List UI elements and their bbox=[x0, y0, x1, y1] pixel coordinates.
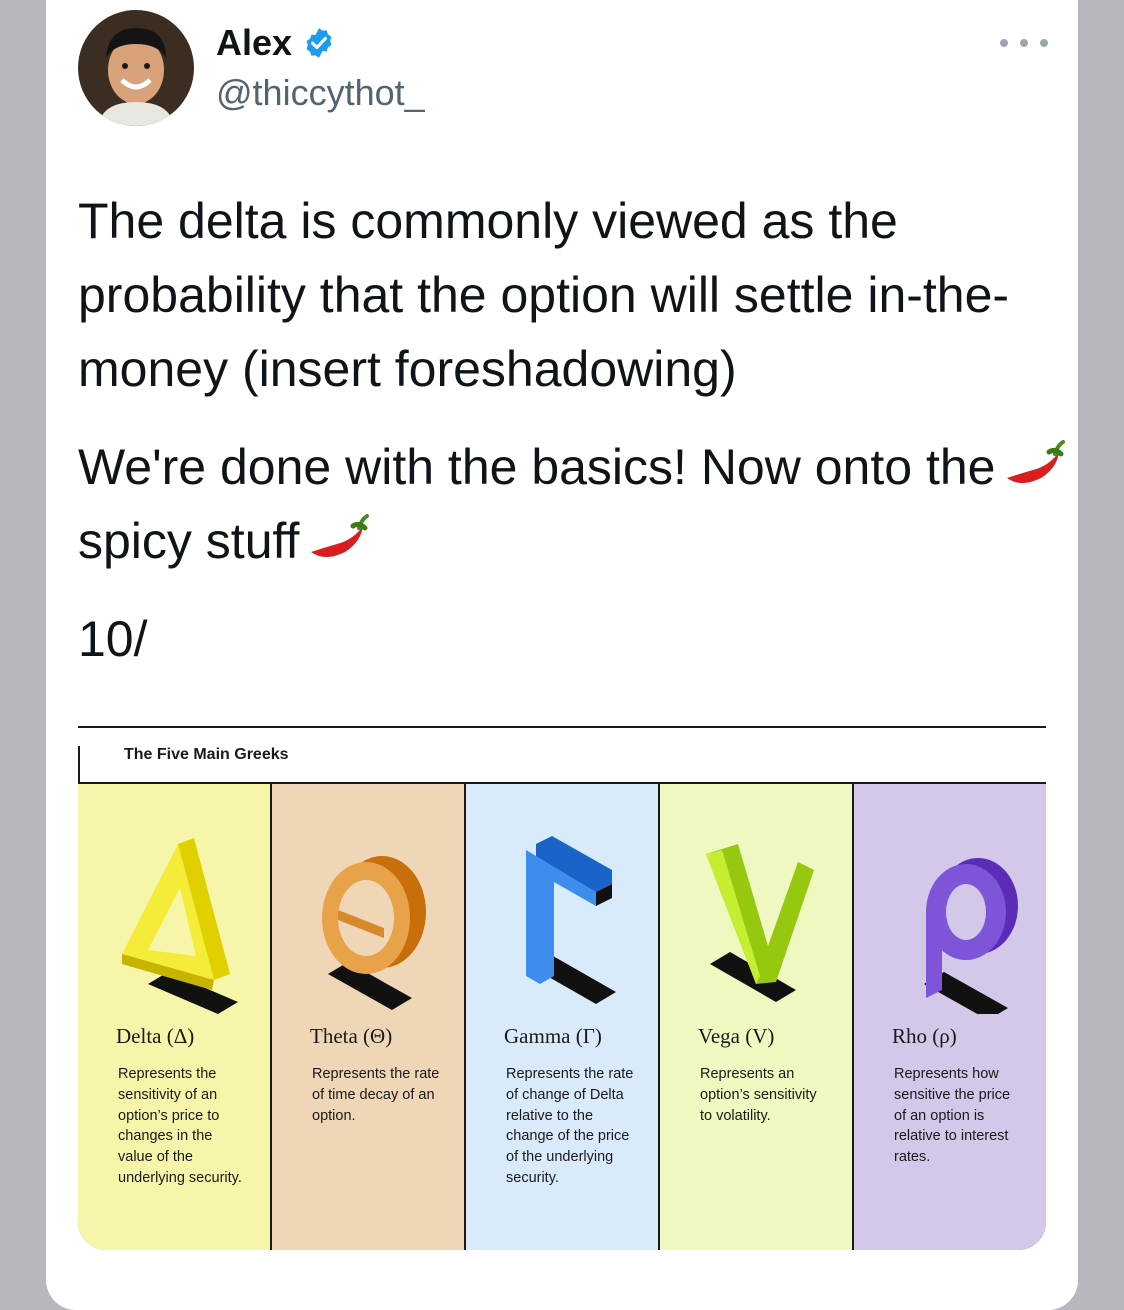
greek-description: Represents the sensitivity of an option’… bbox=[118, 1066, 242, 1186]
author-handle[interactable]: @thiccythot_ bbox=[216, 72, 425, 114]
greek-name: Gamma (Γ) bbox=[504, 1024, 602, 1048]
media-title: The Five Main Greeks bbox=[124, 746, 289, 763]
vega-3d-icon bbox=[706, 844, 814, 1002]
greek-column-vega: Vega (V) Represents an option’s sensitiv… bbox=[660, 784, 854, 1250]
greek-description: Represents an option’s sensitivity to vo… bbox=[700, 1066, 817, 1124]
verified-badge-icon bbox=[306, 28, 332, 58]
greek-name: Vega (V) bbox=[698, 1024, 775, 1048]
greek-column-gamma: Gamma (Γ) Represents the rate of change … bbox=[466, 784, 660, 1250]
greek-column-rho: Rho (ρ) Represents how sensitive the pri… bbox=[854, 784, 1046, 1250]
greek-name: Theta (Θ) bbox=[310, 1024, 393, 1048]
more-options-icon[interactable] bbox=[1000, 28, 1048, 58]
rho-3d-icon bbox=[924, 858, 1018, 1014]
avatar[interactable] bbox=[78, 10, 194, 126]
author-name-text: Alex bbox=[216, 22, 293, 63]
gamma-3d-icon bbox=[526, 836, 616, 1004]
greek-name: Rho (ρ) bbox=[892, 1024, 957, 1048]
tweet-text-paragraph-1: The delta is commonly viewed as the prob… bbox=[78, 193, 1010, 397]
chili-pepper-icon bbox=[311, 514, 370, 557]
greek-column-delta: Delta (Δ) Represents the sensitivity of … bbox=[78, 784, 272, 1250]
delta-3d-icon bbox=[122, 838, 238, 1014]
greek-description: Represents the rate of change of Delta r… bbox=[506, 1066, 634, 1186]
greek-name: Delta (Δ) bbox=[116, 1024, 195, 1048]
author-name[interactable]: Alex bbox=[216, 22, 336, 64]
tweet-text-paragraph-3: 10/ bbox=[78, 611, 148, 667]
greeks-columns: Delta (Δ) Represents the sensitivity of … bbox=[78, 782, 1046, 1250]
greek-column-theta: Theta (Θ) Represents the rate of time de… bbox=[272, 784, 466, 1250]
tweet-text-paragraph-2: We're done with the basics! Now onto the… bbox=[78, 430, 1078, 578]
theta-3d-icon bbox=[322, 856, 426, 1010]
tweet-media-image[interactable]: The Five Main Greeks Delta (Δ) Represent… bbox=[78, 726, 1046, 1250]
tweet-text-part: We're done with the basics! Now onto the bbox=[78, 439, 996, 495]
tweet-text-part: spicy stuff bbox=[78, 513, 300, 569]
chili-pepper-icon bbox=[1007, 440, 1066, 483]
media-top-rule bbox=[78, 726, 1046, 728]
greek-description: Represents the rate of time decay of an … bbox=[312, 1066, 440, 1124]
greek-description: Represents how sensitive the price of an… bbox=[894, 1066, 1011, 1166]
